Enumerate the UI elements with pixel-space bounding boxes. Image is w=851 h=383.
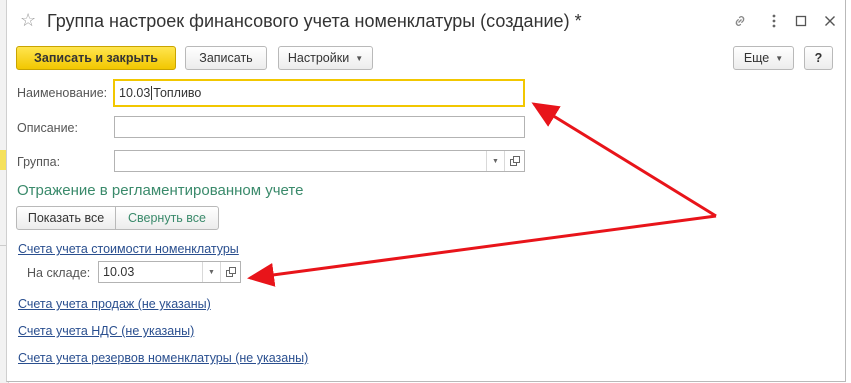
save-button[interactable]: Записать bbox=[185, 46, 267, 70]
description-input[interactable] bbox=[114, 116, 525, 138]
show-all-button[interactable]: Показать все bbox=[16, 206, 116, 230]
help-label: ? bbox=[814, 51, 823, 65]
more-vert-icon[interactable] bbox=[763, 10, 785, 32]
warehouse-value: 10.03 bbox=[103, 265, 135, 279]
section-title: Отражение в регламентированном учете bbox=[17, 182, 304, 199]
save-and-close-label: Записать и закрыть bbox=[34, 51, 158, 65]
group-label: Группа: bbox=[17, 155, 61, 169]
vat-accounts-link[interactable]: Счета учета НДС (не указаны) bbox=[18, 324, 194, 338]
help-button[interactable]: ? bbox=[804, 46, 833, 70]
warehouse-input[interactable]: 10.03 ▼ bbox=[98, 261, 241, 283]
window-title: Группа настроек финансового учета номенк… bbox=[47, 11, 582, 31]
star-icon[interactable]: ☆ bbox=[20, 10, 36, 30]
close-icon[interactable] bbox=[819, 10, 841, 32]
form-window: ☆ Группа настроек финансового учета номе… bbox=[6, 0, 846, 382]
collapse-all-label: Свернуть все bbox=[128, 211, 206, 225]
chevron-down-icon[interactable]: ▼ bbox=[202, 262, 220, 282]
open-form-icon[interactable] bbox=[220, 262, 240, 282]
open-form-icon[interactable] bbox=[504, 151, 524, 171]
chevron-down-icon[interactable]: ▼ bbox=[486, 151, 504, 171]
name-value-prefix: 10.03 bbox=[119, 86, 151, 100]
settings-button[interactable]: Настройки ▼ bbox=[278, 46, 373, 70]
save-label: Записать bbox=[199, 51, 253, 65]
title-bar: ☆ Группа настроек финансового учета номе… bbox=[7, 0, 845, 40]
warehouse-label: На складе: bbox=[27, 266, 91, 280]
name-label: Наименование: bbox=[17, 86, 108, 100]
more-button[interactable]: Еще ▼ bbox=[733, 46, 794, 70]
reserves-accounts-link[interactable]: Счета учета резервов номенклатуры (не ук… bbox=[18, 351, 308, 365]
sales-accounts-link[interactable]: Счета учета продаж (не указаны) bbox=[18, 297, 211, 311]
save-and-close-button[interactable]: Записать и закрыть bbox=[16, 46, 176, 70]
maximize-icon[interactable] bbox=[790, 10, 812, 32]
settings-label: Настройки bbox=[287, 51, 350, 65]
collapse-all-button[interactable]: Свернуть все bbox=[115, 206, 219, 230]
link-icon[interactable] bbox=[729, 10, 751, 32]
cost-accounts-link[interactable]: Счета учета стоимости номенклатуры bbox=[18, 242, 239, 256]
text-cursor bbox=[151, 86, 153, 100]
description-label: Описание: bbox=[17, 121, 78, 135]
chevron-down-icon: ▼ bbox=[355, 53, 364, 63]
chevron-down-icon: ▼ bbox=[775, 53, 784, 63]
show-all-label: Показать все bbox=[27, 211, 105, 225]
name-value-suffix: Топливо bbox=[153, 86, 202, 100]
group-input[interactable]: ▼ bbox=[114, 150, 525, 172]
name-input[interactable]: 10.03 Топливо bbox=[113, 79, 525, 107]
more-label: Еще bbox=[743, 51, 770, 65]
